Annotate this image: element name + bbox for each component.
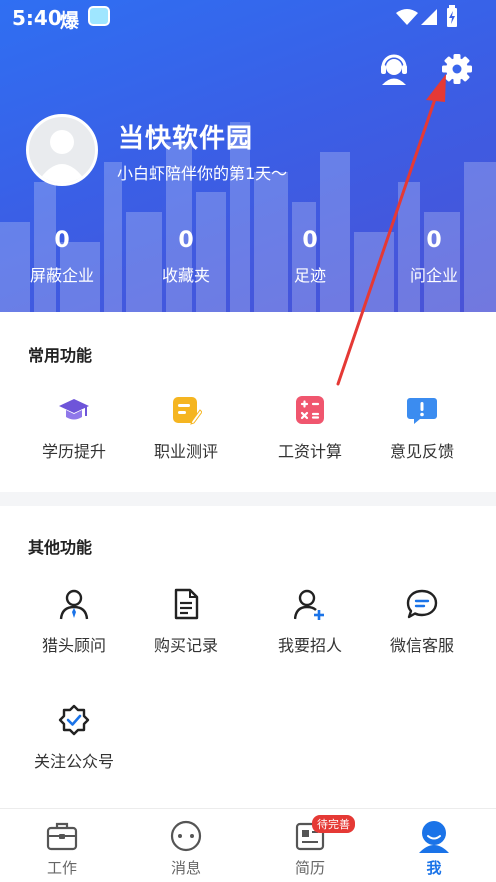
fn-label: 学历提升 [41,442,106,461]
fn-feedback[interactable]: 意见反馈 [360,394,484,462]
other-functions-section: 其他功能 猎头顾问 购买记录 我要招人 微信客服 关注公众号 [0,506,496,806]
chat-bubble-icon [406,589,438,619]
stat-ask-company[interactable]: 0 问企业 [372,228,496,286]
tab-label: 我 [426,859,442,877]
fn-label: 购买记录 [153,636,218,655]
stat-label: 问企业 [409,266,458,285]
fn-recruit[interactable]: 我要招人 [248,588,372,656]
status-app-glyph: 爆 [60,10,80,32]
fn-wechat-service[interactable]: 微信客服 [360,588,484,656]
stats-row: 0 屏蔽企业 0 收藏夹 0 足迹 0 问企业 [0,228,496,288]
stat-value: 0 [178,228,194,253]
fn-label: 意见反馈 [389,442,454,461]
assessment-icon [173,397,202,425]
section-divider [0,492,496,506]
settings-gear-icon[interactable] [440,52,474,86]
fn-label: 关注公众号 [33,752,114,771]
calculator-icon [296,396,324,424]
common-functions-section: 常用功能 学历提升 职业测评 工资计算 意见反馈 [0,312,496,492]
customer-service-icon[interactable] [377,52,411,86]
tab-label: 工作 [46,859,77,877]
default-avatar-icon [37,130,87,183]
fn-purchase-record[interactable]: 购买记录 [124,588,248,656]
stat-blocked-companies[interactable]: 0 屏蔽企业 [0,228,124,286]
incomplete-badge: 待完善 [312,815,355,833]
fn-career-assessment[interactable]: 职业测评 [124,394,248,462]
status-bar: 5:40 爆 [0,0,496,34]
fn-headhunter[interactable]: 猎头顾问 [12,588,136,656]
graduation-cap-icon [59,399,89,420]
feedback-icon [407,398,437,424]
section-title: 其他功能 [28,538,93,557]
stat-footprints[interactable]: 0 足迹 [248,228,372,286]
tab-messages[interactable]: 消息 [124,819,248,878]
add-person-icon [294,589,324,620]
fn-salary-calculator[interactable]: 工资计算 [248,394,372,462]
profile-header: 5:40 爆 当快软件园 小白虾陪伴你的第1天～ 0 屏蔽企业 0 收藏夹 0 … [0,0,496,312]
section-title: 常用功能 [28,346,93,365]
stat-favorites[interactable]: 0 收藏夹 [124,228,248,286]
stat-value: 0 [426,228,442,253]
avatar[interactable] [26,114,98,186]
fn-label: 我要招人 [277,636,342,655]
stat-label: 足迹 [293,266,326,285]
tab-resume[interactable]: 简历 待完善 [248,815,372,878]
fn-education-upgrade[interactable]: 学历提升 [12,394,136,462]
fn-follow-official-account[interactable]: 关注公众号 [12,704,136,772]
notification-app-icon [88,6,110,26]
tab-label: 简历 [294,859,325,877]
message-icon [170,820,202,852]
tab-work[interactable]: 工作 [0,819,124,878]
tab-label: 消息 [170,859,201,877]
briefcase-icon [46,822,78,851]
fn-label: 职业测评 [153,442,218,461]
tab-me[interactable]: 我 [372,819,496,878]
verified-badge-icon [58,704,90,736]
fn-label: 工资计算 [277,442,342,461]
fn-label: 猎头顾问 [41,636,106,655]
stat-label: 屏蔽企业 [29,266,94,285]
profile-subtitle: 小白虾陪伴你的第1天～ [117,164,288,183]
wifi-icon [396,9,418,25]
signal-icon [421,9,437,25]
profile-name[interactable]: 当快软件园 [118,118,253,155]
purchase-record-icon [174,588,199,620]
bottom-tab-bar: 工作 消息 简历 待完善 我 [0,808,496,882]
person-icon [419,821,449,853]
stat-value: 0 [54,228,70,253]
status-time: 5:40 [12,6,62,30]
battery-icon [447,5,457,27]
stat-value: 0 [302,228,318,253]
headhunter-icon [59,589,89,620]
stat-label: 收藏夹 [161,266,210,285]
fn-label: 微信客服 [389,636,454,655]
